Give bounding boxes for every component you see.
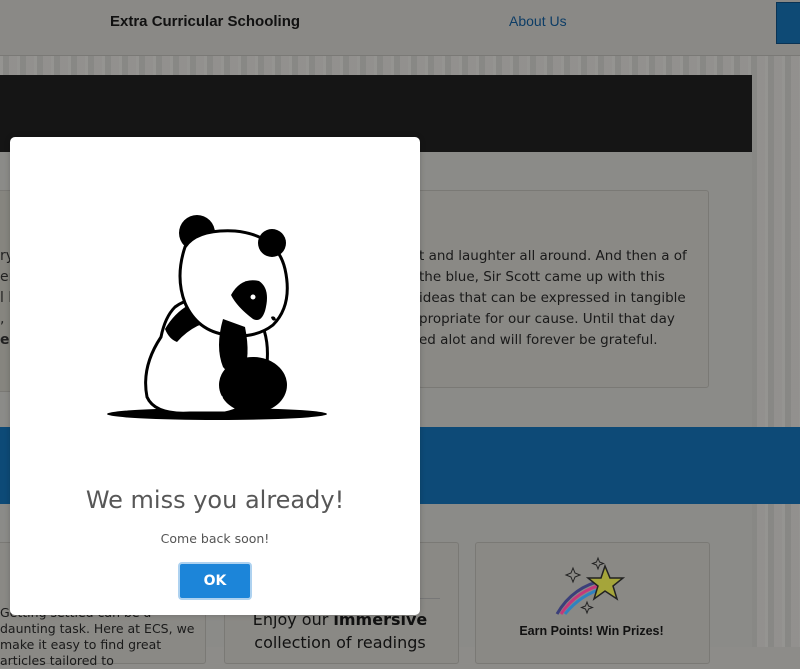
nav-button[interactable] [776,2,800,44]
modal-message: Come back soon! [160,531,270,546]
readings-text-suffix: collection of readings [254,633,426,652]
top-nav-bar: Extra Curricular Schooling About Us [0,0,800,56]
nav-link-about[interactable]: About Us [509,13,567,29]
sad-panda-icon [107,215,327,420]
goodbye-modal: We miss you already! Come back soon! OK [10,137,420,615]
story-card: t and laughter all around. And then a of… [418,190,709,388]
shooting-star-icon [555,556,626,615]
site-title[interactable]: Extra Curricular Schooling [110,13,300,30]
feature-card-prizes-title: Earn Points! Win Prizes! [519,624,664,638]
story-text: t and laughter all around. And then a of… [419,248,687,348]
ok-button[interactable]: OK [178,562,252,600]
modal-title: We miss you already! [85,486,345,514]
left-text-fragment: e [0,332,10,348]
